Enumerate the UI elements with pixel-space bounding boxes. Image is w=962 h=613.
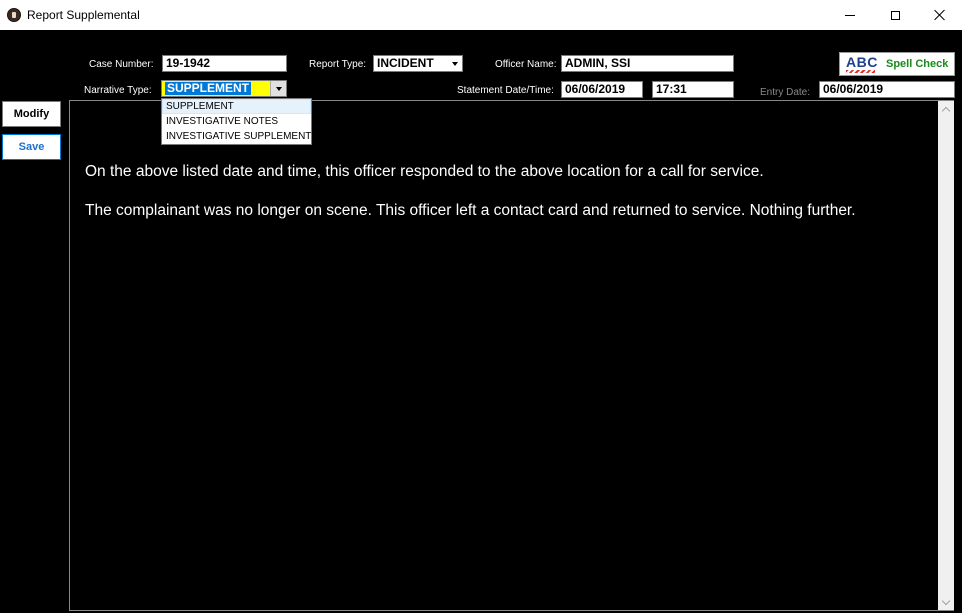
minimize-icon [845, 14, 855, 16]
case-number-label: Case Number: [89, 59, 154, 70]
chevron-down-icon[interactable] [270, 81, 286, 96]
save-button[interactable]: Save [2, 134, 61, 160]
officer-name-label: Officer Name: [495, 59, 557, 70]
narrative-type-value: SUPPLEMENT [165, 81, 252, 95]
chevron-down-icon[interactable] [447, 56, 462, 71]
close-button[interactable] [917, 0, 962, 30]
report-type-value: INCIDENT [377, 56, 434, 70]
minimize-button[interactable] [827, 0, 873, 30]
vertical-scrollbar[interactable] [938, 101, 954, 610]
report-type-select[interactable]: INCIDENT [373, 55, 463, 72]
squiggle-icon [846, 70, 875, 73]
dropdown-option-investigative-supplement[interactable]: INVESTIGATIVE SUPPLEMENT [162, 129, 311, 144]
modify-button[interactable]: Modify [2, 101, 61, 127]
spell-check-button[interactable]: ABC Spell Check [839, 52, 955, 76]
case-number-field[interactable]: 19-1942 [162, 55, 287, 72]
officer-name-field[interactable]: ADMIN, SSI [561, 55, 734, 72]
dropdown-option-supplement[interactable]: SUPPLEMENT [162, 99, 311, 114]
window-title: Report Supplemental [27, 8, 140, 22]
close-icon [934, 9, 946, 21]
narrative-type-dropdown[interactable]: SUPPLEMENT INVESTIGATIVE NOTES INVESTIGA… [161, 98, 312, 145]
spell-check-icon: ABC [846, 54, 878, 70]
narrative-paragraph: The complainant was no longer on scene. … [85, 202, 856, 219]
scroll-down-icon[interactable] [941, 596, 951, 606]
statement-time-field[interactable]: 17:31 [652, 81, 734, 98]
narrative-textarea[interactable]: On the above listed date and time, this … [69, 100, 954, 611]
scroll-up-icon[interactable] [941, 106, 951, 116]
spell-check-label: Spell Check [886, 58, 949, 70]
statement-date-field[interactable]: 06/06/2019 [561, 81, 643, 98]
title-bar: Report Supplemental [0, 0, 962, 30]
maximize-button[interactable] [872, 0, 918, 30]
app-icon [7, 8, 21, 22]
maximize-icon [890, 10, 900, 20]
narrative-paragraph: On the above listed date and time, this … [85, 163, 764, 180]
narrative-type-select[interactable]: SUPPLEMENT [161, 80, 287, 97]
entry-date-label: Entry Date: [760, 87, 811, 98]
entry-date-field: 06/06/2019 [819, 81, 955, 98]
dropdown-option-investigative-notes[interactable]: INVESTIGATIVE NOTES [162, 114, 311, 129]
statement-datetime-label: Statement Date/Time: [457, 85, 554, 96]
report-type-label: Report Type: [309, 59, 367, 70]
narrative-type-label: Narrative Type: [84, 85, 152, 96]
